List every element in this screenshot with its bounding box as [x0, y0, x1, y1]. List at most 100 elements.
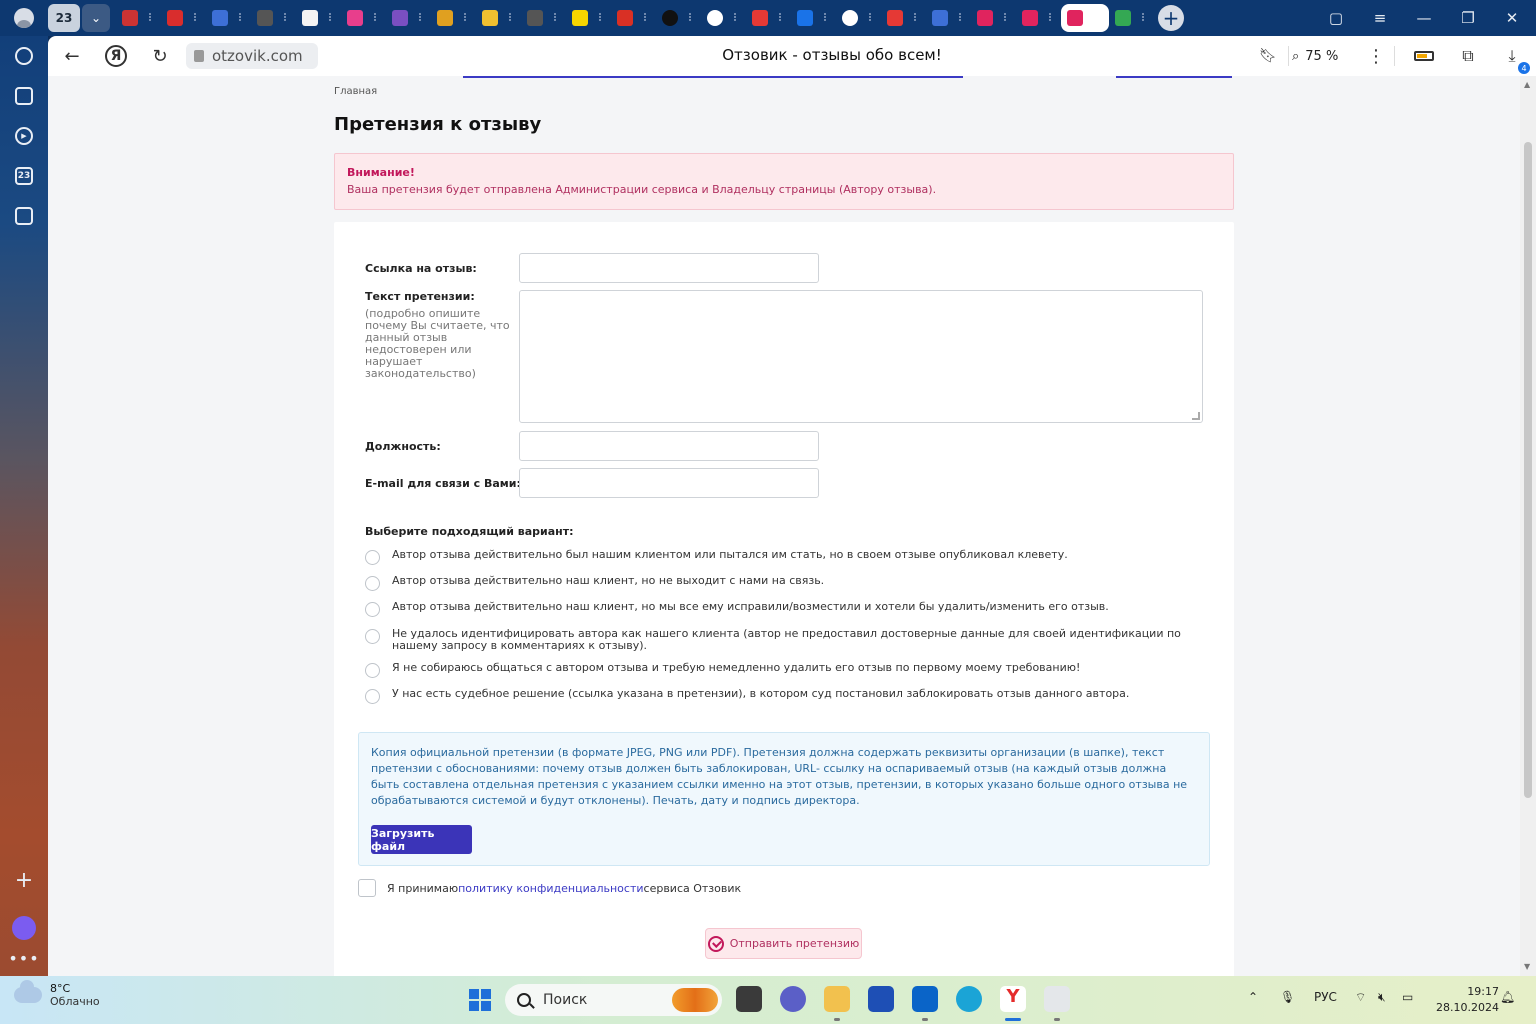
- collections-stack-icon[interactable]: [12, 84, 36, 108]
- browser-tab[interactable]: [836, 4, 881, 32]
- tab-close-icon[interactable]: [599, 13, 605, 21]
- browser-tab[interactable]: [431, 4, 476, 32]
- radio-button[interactable]: [365, 689, 380, 704]
- close-window-button[interactable]: ✕: [1490, 0, 1534, 36]
- radio-button[interactable]: [365, 550, 380, 565]
- browser-tab[interactable]: [881, 4, 926, 32]
- tab-group-counter[interactable]: 23: [48, 4, 80, 32]
- radio-button[interactable]: [365, 602, 380, 617]
- new-tab-button[interactable]: +: [1158, 5, 1184, 31]
- option-row-1[interactable]: Автор отзыва действительно был нашим кли…: [365, 549, 1195, 565]
- minimize-button[interactable]: —: [1402, 0, 1446, 36]
- browser-tab[interactable]: [746, 4, 791, 32]
- tab-close-icon[interactable]: [1049, 13, 1055, 21]
- submit-claim-button[interactable]: Отправить претензию: [705, 928, 862, 959]
- more-dots-icon[interactable]: •••: [8, 946, 38, 970]
- consent-checkbox[interactable]: [358, 879, 376, 897]
- battery-saver-icon[interactable]: [1410, 42, 1438, 70]
- language-indicator[interactable]: РУС: [1314, 990, 1337, 1004]
- collections-icon[interactable]: ▢: [1314, 0, 1358, 36]
- restore-button[interactable]: ❐: [1446, 0, 1490, 36]
- microphone-icon[interactable]: 🎙︎: [1280, 990, 1295, 1004]
- upload-file-button[interactable]: Загрузить файл: [371, 825, 472, 854]
- volume-muted-icon[interactable]: 🔇︎: [1378, 990, 1386, 1005]
- microsoft-store-icon[interactable]: [868, 986, 894, 1012]
- browser-tab[interactable]: [1061, 4, 1109, 32]
- tab-close-icon[interactable]: [824, 13, 830, 21]
- tab-close-icon[interactable]: [464, 13, 470, 21]
- tab-close-icon[interactable]: [779, 13, 785, 21]
- browser-tab[interactable]: [656, 4, 701, 32]
- yandex-button[interactable]: Я: [105, 45, 127, 67]
- browser-tab[interactable]: [476, 4, 521, 32]
- screenshot-camera-icon[interactable]: [12, 204, 36, 228]
- downloads-icon[interactable]: ⤓ 4: [1498, 42, 1530, 74]
- tab-close-icon[interactable]: [914, 13, 920, 21]
- weather-widget[interactable]: 8°C Облачно: [14, 980, 100, 1008]
- tab-close-icon[interactable]: [1004, 13, 1010, 21]
- kebab-menu-icon[interactable]: ⋮: [1362, 42, 1390, 70]
- extensions-icon[interactable]: ⧉: [1454, 42, 1482, 70]
- snipping-tool-icon[interactable]: [1044, 986, 1070, 1012]
- radio-button[interactable]: [365, 663, 380, 678]
- profile-avatar-icon[interactable]: [0, 0, 48, 36]
- tab-close-icon[interactable]: [509, 13, 515, 21]
- browser-tab[interactable]: [386, 4, 431, 32]
- tab-close-icon[interactable]: [734, 13, 740, 21]
- position-input[interactable]: [520, 432, 818, 460]
- browser-tab[interactable]: [566, 4, 611, 32]
- privacy-policy-link[interactable]: политику конфиденциальности: [458, 882, 643, 895]
- wifi-icon[interactable]: ⌔: [1355, 990, 1366, 1005]
- back-arrow-icon[interactable]: ←: [58, 42, 86, 70]
- bookmark-icon[interactable]: 🔖︎: [1254, 42, 1282, 70]
- option-row-4[interactable]: Не удалось идентифицировать автора как н…: [365, 628, 1195, 652]
- add-panel-icon[interactable]: +: [12, 868, 36, 893]
- tab-close-icon[interactable]: [689, 13, 695, 21]
- battery-icon[interactable]: ▭: [1402, 990, 1413, 1004]
- browser-tab[interactable]: [791, 4, 836, 32]
- claim-text-textarea[interactable]: [520, 291, 1202, 422]
- tab-close-icon[interactable]: [1142, 13, 1148, 21]
- calendar-icon[interactable]: 23: [12, 164, 36, 188]
- email-field[interactable]: [519, 468, 819, 498]
- claim-text-field[interactable]: [519, 290, 1203, 423]
- menu-icon[interactable]: ≡: [1358, 0, 1402, 36]
- tab-close-icon[interactable]: [644, 13, 650, 21]
- browser-tab[interactable]: [701, 4, 746, 32]
- taskbar-search[interactable]: Поиск: [505, 984, 722, 1016]
- browser-tab[interactable]: [296, 4, 341, 32]
- reload-icon[interactable]: ↻: [146, 42, 174, 70]
- url-field[interactable]: otzovik.com: [186, 43, 318, 69]
- alice-assistant-icon[interactable]: [12, 916, 36, 940]
- browser-tab[interactable]: [116, 4, 161, 32]
- browser-tab[interactable]: [251, 4, 296, 32]
- tab-close-icon[interactable]: [194, 13, 200, 21]
- browser-tab[interactable]: [611, 4, 656, 32]
- option-row-6[interactable]: У нас есть судебное решение (ссылка указ…: [365, 688, 1195, 704]
- resize-grip-icon[interactable]: [1192, 412, 1200, 420]
- video-play-icon[interactable]: ▶: [12, 124, 36, 148]
- tab-close-icon[interactable]: [374, 13, 380, 21]
- yandex-browser-taskbar-icon[interactable]: Y: [1000, 986, 1026, 1012]
- tab-close-icon[interactable]: [959, 13, 965, 21]
- review-link-input[interactable]: [520, 254, 818, 282]
- browser-tab[interactable]: [341, 4, 386, 32]
- scroll-up-arrow-icon[interactable]: ▲: [1524, 80, 1530, 89]
- windows-start-icon[interactable]: [469, 989, 491, 1011]
- scrollbar-thumb[interactable]: [1524, 142, 1532, 798]
- tab-close-icon[interactable]: [419, 13, 425, 21]
- email-input[interactable]: [520, 469, 818, 497]
- position-field[interactable]: [519, 431, 819, 461]
- teams-chat-icon[interactable]: [780, 986, 806, 1012]
- browser-tab[interactable]: [206, 4, 251, 32]
- breadcrumb-home[interactable]: Главная: [334, 86, 377, 97]
- review-link-field[interactable]: [519, 253, 819, 283]
- tab-close-icon[interactable]: [149, 13, 155, 21]
- browser-tab[interactable]: [521, 4, 566, 32]
- system-clock[interactable]: 19:17 28.10.2024: [1436, 984, 1499, 1016]
- browser-tab[interactable]: [926, 4, 971, 32]
- tab-close-icon[interactable]: [869, 13, 875, 21]
- file-explorer-icon[interactable]: [824, 986, 850, 1012]
- outlook-icon[interactable]: [912, 986, 938, 1012]
- option-row-5[interactable]: Я не собираюсь общаться с автором отзыва…: [365, 662, 1195, 678]
